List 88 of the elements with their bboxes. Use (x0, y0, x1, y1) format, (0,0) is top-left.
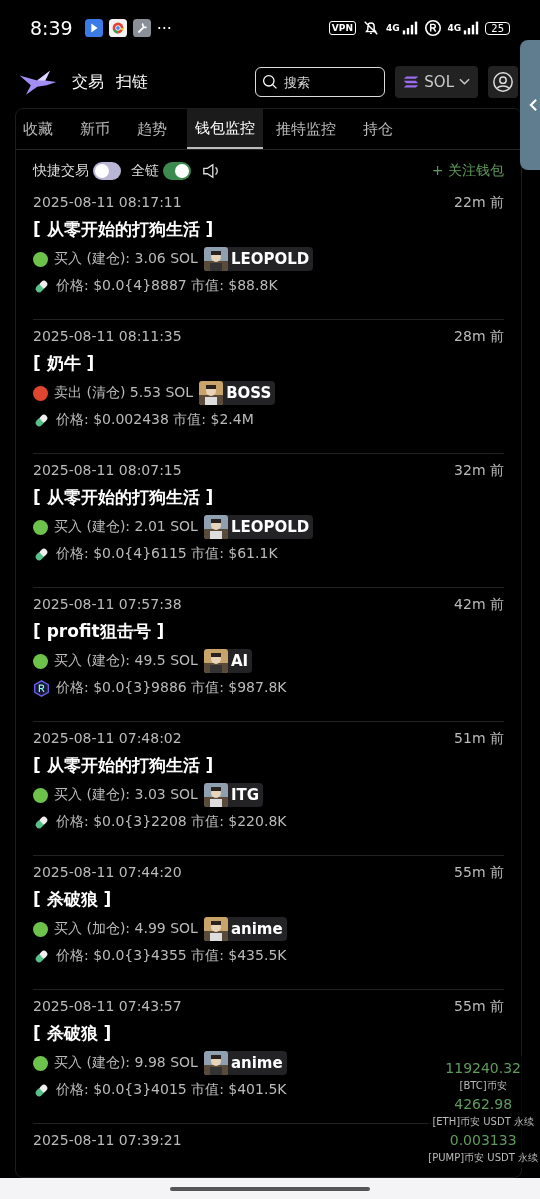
toggle-switch[interactable] (93, 162, 121, 180)
token-title[interactable]: [ 从零开始的打狗生活 ] (33, 486, 504, 509)
search-icon (262, 74, 279, 90)
tab[interactable]: 新币 (73, 109, 124, 149)
trade-action: 买入 (加仓): 4.99 SOL (54, 920, 198, 938)
network-label: 4G (447, 23, 462, 33)
timestamp: 2025-08-11 08:11:35 (33, 328, 182, 346)
wallet-tag[interactable]: LEOPOLD (203, 247, 314, 271)
timestamp: 2025-08-11 08:17:11 (33, 194, 182, 212)
follow-wallet-link[interactable]: + 关注钱包 (431, 162, 504, 180)
price-info: 价格: $0.002438 市值: $2.4M (56, 411, 254, 429)
search-input[interactable]: 搜索 (282, 73, 377, 91)
nav-link[interactable]: 交易 (72, 71, 104, 93)
solana-logo-icon (403, 75, 420, 89)
tab[interactable]: 持仓 (356, 109, 407, 149)
price-info: 价格: $0.0{3}9886 市值: $987.8K (56, 679, 287, 697)
tab[interactable]: 收藏 (16, 109, 67, 149)
vpn-badge: VPN (328, 21, 356, 35)
relative-time: 51m 前 (454, 730, 504, 748)
timestamp: 2025-08-11 07:57:38 (33, 596, 182, 614)
relative-time: 28m 前 (454, 328, 504, 346)
wrench-icon (132, 19, 151, 37)
ticker-price: 0.003133 (449, 1131, 517, 1150)
wallet-tag[interactable]: ITG (203, 783, 263, 807)
user-icon (492, 71, 514, 93)
ticker-price: 119240.32 (445, 1059, 522, 1078)
wallet-tag[interactable]: anime (203, 917, 287, 941)
more-indicator: ··· (156, 18, 172, 38)
tab[interactable]: 钱包监控 (187, 109, 263, 149)
trade-action: 买入 (建仓): 3.03 SOL (54, 786, 198, 804)
relative-time: 55m 前 (454, 864, 504, 882)
ticker-label: [BTC]币安 (459, 1079, 507, 1093)
muted-bell-icon (361, 19, 380, 37)
toggle-switch[interactable] (163, 162, 191, 180)
signal-icon (463, 21, 480, 35)
price-info: 价格: $0.0{3}4015 市值: $401.5K (56, 1081, 287, 1099)
hexagon-logo-icon (33, 679, 50, 697)
search-field[interactable]: 搜索 (255, 67, 386, 97)
chain-selector[interactable]: SOL (395, 66, 478, 98)
ticker-label: [ETH]币安 USDT 永续 (432, 1115, 534, 1129)
wallet-tag[interactable]: LEOPOLD (203, 515, 314, 539)
account-button[interactable] (488, 66, 518, 98)
token-title[interactable]: [ 从零开始的打狗生活 ] (33, 218, 504, 241)
ticker-label: [PUMP]币安 USDT 永续 (428, 1151, 538, 1165)
timestamp: 2025-08-11 07:48:02 (33, 730, 182, 748)
token-title[interactable]: [ 杀破狼 ] (33, 888, 504, 911)
home-indicator[interactable] (170, 1186, 370, 1191)
chevron-left-icon (529, 98, 538, 112)
price-info: 价格: $0.0{3}4355 市值: $435.5K (56, 947, 287, 965)
timestamp: 2025-08-11 08:07:15 (33, 462, 182, 480)
timestamp: 2025-08-11 07:44:20 (33, 864, 182, 882)
token-title[interactable]: [ 奶牛 ] (33, 352, 504, 375)
relative-time: 42m 前 (454, 596, 504, 614)
relative-time: 32m 前 (454, 462, 504, 480)
toggle-label: 全链 (131, 162, 159, 180)
network-label: 4G (385, 23, 400, 33)
registered-icon (423, 19, 442, 37)
wallet-tag[interactable]: anime (203, 1051, 287, 1075)
battery-indicator: 25 (485, 21, 510, 35)
speaker-icon[interactable] (201, 162, 221, 180)
tab[interactable]: 趋势 (130, 109, 181, 149)
price-info: 价格: $0.0{3}2208 市值: $220.8K (56, 813, 287, 831)
timestamp: 2025-08-11 07:39:21 (33, 1132, 182, 1148)
price-info: 价格: $0.0{4}6115 市值: $61.1K (56, 545, 278, 563)
price-info: 价格: $0.0{4}8887 市值: $88.8K (56, 277, 278, 295)
trade-action: 卖出 (清仓) 5.53 SOL (54, 384, 194, 402)
browser-icon (108, 19, 127, 37)
wallet-tag[interactable]: BOSS (199, 381, 276, 405)
token-title[interactable]: [ 杀破狼 ] (33, 1022, 504, 1045)
trade-action: 买入 (建仓): 3.06 SOL (54, 250, 198, 268)
trade-action: 买入 (建仓): 2.01 SOL (54, 518, 198, 536)
ticker-price: 4262.98 (454, 1095, 513, 1114)
wallet-tag[interactable]: AI (203, 649, 253, 673)
signal-icon (401, 21, 418, 35)
trade-action: 买入 (建仓): 9.98 SOL (54, 1054, 198, 1072)
token-title[interactable]: [ 从零开始的打狗生活 ] (33, 754, 504, 777)
bird-logo-icon[interactable] (18, 68, 58, 96)
tab[interactable]: 推特监控 (269, 109, 350, 149)
token-title[interactable]: [ profit狙击号 ] (33, 620, 504, 643)
chevron-down-icon (459, 78, 470, 86)
toggle-label: 快捷交易 (33, 162, 89, 180)
relative-time: 22m 前 (454, 194, 504, 212)
nav-link[interactable]: 扫链 (116, 71, 148, 93)
timestamp: 2025-08-11 07:43:57 (33, 998, 182, 1016)
trade-action: 买入 (建仓): 49.5 SOL (54, 652, 198, 670)
relative-time: 55m 前 (454, 998, 504, 1016)
clock: 8:39 (30, 17, 73, 39)
app-icon (84, 19, 103, 37)
